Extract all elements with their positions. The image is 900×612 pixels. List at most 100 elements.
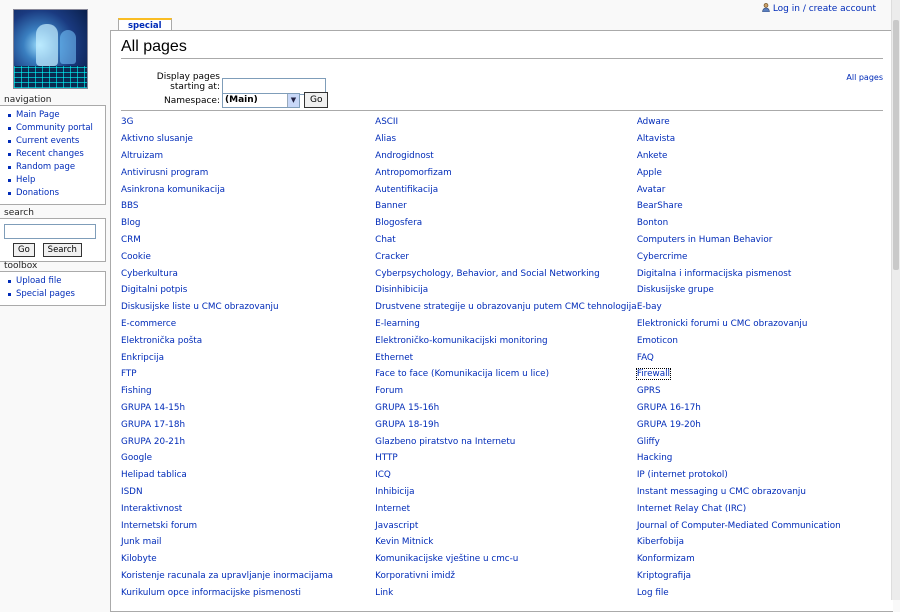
page-link[interactable]: Altruizam xyxy=(121,151,163,161)
page-link[interactable]: Fishing xyxy=(121,386,152,396)
page-link[interactable]: Helipad tablica xyxy=(121,470,187,480)
page-link[interactable]: ISDN xyxy=(121,487,143,497)
page-link[interactable]: Antropomorfizam xyxy=(375,168,452,178)
page-link[interactable]: Javascript xyxy=(375,521,418,531)
page-link[interactable]: Firewall xyxy=(635,368,672,381)
page-link[interactable]: Banner xyxy=(375,201,407,211)
page-link[interactable]: Cyberkultura xyxy=(121,269,178,279)
page-link[interactable]: Glazbeno piratstvo na Internetu xyxy=(375,437,515,447)
chevron-down-icon[interactable]: ▼ xyxy=(287,93,299,107)
page-link[interactable]: Korporativni imidž xyxy=(375,571,455,581)
page-link[interactable]: ICQ xyxy=(375,470,391,480)
page-link[interactable]: Elektronička pošta xyxy=(121,336,202,346)
page-link[interactable]: Chat xyxy=(375,235,396,245)
sidebar-link[interactable]: Current events xyxy=(16,136,79,146)
page-link[interactable]: ASCII xyxy=(375,117,398,127)
page-link[interactable]: Diskusijske liste u CMC obrazovanju xyxy=(121,302,279,312)
page-link[interactable]: Antivirusni program xyxy=(121,168,208,178)
page-link[interactable]: GRUPA 16-17h xyxy=(637,403,701,413)
page-link[interactable]: E-commerce xyxy=(121,319,176,329)
page-link[interactable]: Kevin Mitnick xyxy=(375,537,433,547)
all-pages-link[interactable]: All pages xyxy=(846,73,883,82)
page-link[interactable]: Log file xyxy=(637,588,669,598)
page-link[interactable]: GRUPA 19-20h xyxy=(637,420,701,430)
page-link[interactable]: Interaktivnost xyxy=(121,504,182,514)
search-go-button[interactable]: Go xyxy=(13,243,35,257)
page-link[interactable]: Blogosfera xyxy=(375,218,422,228)
page-link[interactable]: Cybercrime xyxy=(637,252,688,262)
login-link[interactable]: Log in / create account xyxy=(773,4,876,14)
sidebar-link[interactable]: Main Page xyxy=(16,110,60,120)
page-link[interactable]: Aktivno slusanje xyxy=(121,134,193,144)
page-link[interactable]: Inhibicija xyxy=(375,487,414,497)
page-link[interactable]: Asinkrona komunikacija xyxy=(121,185,225,195)
page-link[interactable]: GRUPA 18-19h xyxy=(375,420,439,430)
page-link[interactable]: Link xyxy=(375,588,393,598)
page-link[interactable]: IP (internet protokol) xyxy=(637,470,728,480)
sidebar-link[interactable]: Help xyxy=(16,175,35,185)
page-link[interactable]: Adware xyxy=(637,117,670,127)
page-link[interactable]: E-bay xyxy=(637,302,662,312)
page-link[interactable]: Drustvene strategije u obrazovanju putem… xyxy=(375,302,636,312)
page-link[interactable]: Cookie xyxy=(121,252,151,262)
sidebar-link[interactable]: Community portal xyxy=(16,123,93,133)
page-link[interactable]: Diskusijske grupe xyxy=(637,285,714,295)
page-link[interactable]: Blog xyxy=(121,218,140,228)
page-link[interactable]: Internetski forum xyxy=(121,521,197,531)
page-link[interactable]: Elektroničko-komunikacijski monitoring xyxy=(375,336,547,346)
page-link[interactable]: GRUPA 15-16h xyxy=(375,403,439,413)
page-link[interactable]: GRUPA 14-15h xyxy=(121,403,185,413)
page-link[interactable]: Apple xyxy=(637,168,662,178)
page-link[interactable]: GPRS xyxy=(637,386,661,396)
toolbox-link[interactable]: Upload file xyxy=(16,276,61,286)
page-link[interactable]: Internet Relay Chat (IRC) xyxy=(637,504,746,514)
page-link[interactable]: Cracker xyxy=(375,252,409,262)
page-link[interactable]: 3G xyxy=(121,117,133,127)
page-link[interactable]: Kilobyte xyxy=(121,554,157,564)
page-link[interactable]: Cyberpsychology, Behavior, and Social Ne… xyxy=(375,269,600,279)
page-link[interactable]: Konformizam xyxy=(637,554,695,564)
page-link[interactable]: Disinhibicija xyxy=(375,285,428,295)
page-link[interactable]: Autentifikacija xyxy=(375,185,438,195)
page-link[interactable]: Elektronicki forumi u CMC obrazovanju xyxy=(637,319,808,329)
page-link[interactable]: Gliffy xyxy=(637,437,660,447)
sidebar-link[interactable]: Recent changes xyxy=(16,149,84,159)
site-logo[interactable] xyxy=(13,9,88,89)
page-link[interactable]: Journal of Computer-Mediated Communicati… xyxy=(637,521,841,531)
page-link[interactable]: Bonton xyxy=(637,218,668,228)
page-link[interactable]: Internet xyxy=(375,504,410,514)
namespace-go-button[interactable]: Go xyxy=(304,92,329,108)
page-link[interactable]: Kurikulum opce informacijske pismenosti xyxy=(121,588,301,598)
page-link[interactable]: FAQ xyxy=(637,353,654,363)
page-link[interactable]: Kiberfobija xyxy=(637,537,684,547)
search-input[interactable] xyxy=(4,224,96,239)
page-link[interactable]: Face to face (Komunikacija licem u lice) xyxy=(375,369,549,379)
page-link[interactable]: Koristenje racunala za upravljanje inorm… xyxy=(121,571,333,581)
page-link[interactable]: BearShare xyxy=(637,201,683,211)
page-link[interactable]: HTTP xyxy=(375,453,398,463)
page-link[interactable]: Digitalni potpis xyxy=(121,285,187,295)
toolbox-link[interactable]: Special pages xyxy=(16,289,75,299)
sidebar-link[interactable]: Donations xyxy=(16,188,59,198)
page-link[interactable]: Komunikacijske vještine u cmc-u xyxy=(375,554,518,564)
page-link[interactable]: Ankete xyxy=(637,151,668,161)
search-button[interactable]: Search xyxy=(42,243,82,257)
page-link[interactable]: Alias xyxy=(375,134,396,144)
page-link[interactable]: FTP xyxy=(121,369,137,379)
page-link[interactable]: Ethernet xyxy=(375,353,413,363)
page-link[interactable]: Emoticon xyxy=(637,336,678,346)
page-link[interactable]: Altavista xyxy=(637,134,675,144)
page-link[interactable]: Androgidnost xyxy=(375,151,434,161)
page-link[interactable]: E-learning xyxy=(375,319,420,329)
namespace-select[interactable]: (Main) ▼ xyxy=(222,92,300,108)
page-link[interactable]: Avatar xyxy=(637,185,666,195)
scrollbar[interactable] xyxy=(891,0,900,600)
page-link[interactable]: Hacking xyxy=(637,453,673,463)
page-link[interactable]: BBS xyxy=(121,201,139,211)
page-link[interactable]: Computers in Human Behavior xyxy=(637,235,773,245)
page-link[interactable]: Digitalna i informacijska pismenost xyxy=(637,269,791,279)
page-link[interactable]: Kriptografija xyxy=(637,571,691,581)
page-link[interactable]: Junk mail xyxy=(121,537,161,547)
page-link[interactable]: GRUPA 20-21h xyxy=(121,437,185,447)
page-link[interactable]: Enkripcija xyxy=(121,353,164,363)
